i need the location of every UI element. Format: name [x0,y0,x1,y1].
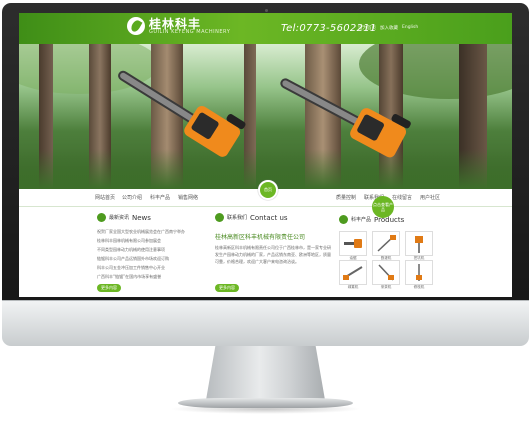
chainsaw-left-image [118,70,246,157]
hedge-trimmer-thumb-icon [343,266,363,280]
site-logo[interactable]: 桂林科丰 GUILIN KEFENG MACHINERY [127,17,230,35]
monitor-base [178,398,353,408]
news-list: 祝贺厂家全国大型农业机械展览会在广西南宁举办 桂林科丰园林机械有限公司参加展会 … [97,227,215,281]
nav-community[interactable]: 用户社区 [420,194,440,201]
brushcutter-thumb-icon [377,235,396,252]
news-more-button[interactable]: 更多内容 [97,284,121,292]
nav-center-home-button[interactable]: 首页 [258,180,278,200]
products-ribbon-button[interactable]: 点击查看产品 [372,196,394,218]
product-tea-picker[interactable]: 采茶机 [372,260,400,289]
contact-company-name: 桂林高新区科丰机械有限责任公司 [215,234,306,241]
monitor-stand [206,345,325,400]
chainsaw-right-image [280,78,411,158]
top-link-home[interactable]: 设为首页 [358,25,376,31]
nav-products[interactable]: 科丰产品 [150,194,170,201]
nav-home[interactable]: 网站首页 [95,194,115,201]
product-earth-auger[interactable]: 挖坑机 [405,231,433,260]
site-header: 桂林科丰 GUILIN KEFENG MACHINERY Tel:0773-56… [19,13,512,44]
news-item[interactable]: 广西科丰“链锯”在国内市场享有盛誉 [97,272,215,281]
nav-about[interactable]: 公司介绍 [122,194,142,201]
leaf-icon [339,215,348,224]
auger-thumb-icon [415,236,423,253]
top-link-favorite[interactable]: 加入收藏 [380,25,398,31]
news-item[interactable]: 链锯科丰公司产品远销国外市场欢迎订购 [97,254,215,263]
contact-heading: 联系我们 Contact us [215,213,288,222]
phone-icon [215,213,224,222]
news-item[interactable]: 科丰公司五金冲压加工件销售中心开业 [97,263,215,272]
news-item[interactable]: 桂林科丰园林机械有限公司参加展会 [97,236,215,245]
top-link-english[interactable]: English [402,25,418,31]
nav-quality[interactable]: 质量控制 [336,194,356,201]
product-chainsaw[interactable]: 油锯 [339,231,367,260]
logo-subtitle: GUILIN KEFENG MACHINERY [149,28,231,35]
tea-picker-thumb-icon [378,264,394,281]
imac-mockup: 桂林科丰 GUILIN KEFENG MACHINERY Tel:0773-56… [0,0,531,435]
news-item[interactable]: 祝贺厂家全国大型农业机械展览会在广西南宁举办 [97,227,215,236]
leaf-logo-icon [127,17,145,35]
news-icon [97,213,106,222]
chainsaw-thumb-icon [344,239,362,248]
contact-description: 桂林高新区科丰机械有限责任公司位于广西桂林市，是一家专业研发生产园林动力机械的厂… [215,245,331,264]
nav-message[interactable]: 在线留言 [392,194,412,201]
product-brushcutter[interactable]: 割灌机 [372,231,400,260]
product-hedge-trimmer[interactable]: 绿篱机 [339,260,367,289]
website-screen: 桂林科丰 GUILIN KEFENG MACHINERY Tel:0773-56… [19,13,512,297]
news-heading: 最新资讯 News [97,213,151,222]
product-grid: 油锯 割灌机 挖坑机 绿篱机 采茶机 修枝机 [339,231,433,289]
nav-sales[interactable]: 销售网络 [178,194,198,201]
products-heading: 科丰产品 Products [339,215,404,224]
contact-more-button[interactable]: 更多内容 [215,284,239,292]
logo-title: 桂林科丰 [149,16,202,31]
product-pruner[interactable]: 修枝机 [405,260,433,289]
top-links: 设为首页 加入收藏 English [358,25,418,31]
monitor-chin [2,300,529,346]
news-item[interactable]: 不同类型园林动力机械的使用注意事项 [97,245,215,254]
content-area: 最新资讯 News 祝贺厂家全国大型农业机械展览会在广西南宁举办 桂林科丰园林机… [19,207,512,297]
pruner-thumb-icon [416,264,422,281]
camera-icon [265,9,268,12]
hero-banner [19,44,512,189]
